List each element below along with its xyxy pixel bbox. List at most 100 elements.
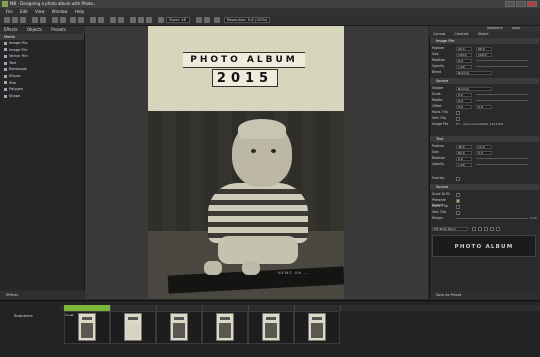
object-shape[interactable]: Shape [0, 93, 84, 100]
undo-icon[interactable] [90, 17, 96, 23]
clip-thumbnail-4[interactable] [216, 313, 234, 341]
shader-select[interactable]: Normal [456, 86, 492, 91]
text-color-swatch[interactable] [496, 226, 500, 231]
image-opacity-field[interactable]: 1.00 [456, 64, 472, 69]
clip-thumbnail-1[interactable] [78, 313, 96, 341]
tab-presets[interactable]: Presets [47, 26, 70, 34]
italic-toggle[interactable] [478, 226, 482, 231]
redo-icon[interactable] [98, 17, 104, 23]
scale-to-fit-checkbox[interactable] [456, 192, 460, 197]
album-title[interactable]: PHOTO ALBUM [183, 52, 305, 68]
zoom-select[interactable]: Zoom: 48 [166, 17, 190, 23]
text-rotation-field[interactable]: 0.0 [456, 156, 472, 161]
tab-controls[interactable]: Controls [451, 31, 473, 37]
menu-edit[interactable]: Edit [20, 8, 28, 15]
clip-thumbnail-3[interactable] [170, 313, 188, 341]
rotate-field[interactable]: 0.0 [456, 98, 472, 103]
clip-thumbnail-5[interactable] [262, 313, 280, 341]
text-size-w[interactable]: 82.0 [456, 150, 472, 155]
new-icon[interactable] [4, 17, 10, 23]
object-ellipse[interactable]: Ellipse [0, 73, 84, 80]
import-icon[interactable] [32, 17, 38, 23]
menu-help[interactable]: Help [75, 8, 84, 15]
crop-tool-icon[interactable] [78, 17, 84, 23]
image-position-x[interactable]: 92.0 [456, 46, 472, 51]
object-vector-file[interactable]: Vector File [0, 53, 84, 60]
object-image-file[interactable]: Image File [0, 40, 84, 47]
paste-icon[interactable] [138, 17, 144, 23]
text-horiz-flip-checkbox[interactable] [456, 204, 460, 209]
image-size-h[interactable]: 100.0 [476, 52, 492, 57]
menu-file[interactable]: File [6, 8, 13, 15]
tab-canvas[interactable]: Canvas [429, 31, 449, 37]
overlay-checkbox[interactable] [456, 176, 460, 181]
tab-objects[interactable]: Objects [23, 26, 46, 34]
save-icon[interactable] [20, 17, 26, 23]
vert-flip-checkbox[interactable] [456, 116, 460, 121]
bold-toggle[interactable] [472, 226, 476, 231]
resolution-select[interactable]: Resolution: Full (100%) [224, 17, 270, 23]
close-button[interactable] [527, 1, 537, 7]
object-text[interactable]: Text [0, 60, 84, 67]
text-opacity-slider[interactable] [476, 164, 528, 165]
image-opacity-slider[interactable] [476, 66, 528, 67]
text-rotation-slider[interactable] [476, 158, 528, 159]
image-position-y[interactable]: 66.0 [476, 46, 492, 51]
maximize-button[interactable] [516, 1, 526, 7]
export-icon[interactable] [40, 17, 46, 23]
album-year[interactable]: 2015 [212, 69, 278, 87]
offset-x[interactable]: 0.0 [456, 104, 472, 109]
image-blend-select[interactable]: Normal [456, 70, 492, 75]
preserve-aspect-checkbox[interactable] [456, 198, 460, 203]
minimize-button[interactable] [505, 1, 515, 7]
tab-object[interactable]: Object [474, 31, 493, 37]
image-file-section[interactable]: Image File [430, 38, 539, 44]
offset-y[interactable]: 0.0 [476, 104, 492, 109]
object-rectangle[interactable]: Rectangle [0, 66, 84, 73]
object-polygon[interactable]: Polygon [0, 86, 84, 93]
text-preview[interactable]: PHOTO ALBUM [432, 235, 536, 257]
text-section[interactable]: Text [430, 136, 539, 142]
open-icon[interactable] [12, 17, 18, 23]
clip-thumbnail-6[interactable] [308, 313, 326, 341]
effects-footer[interactable]: Effects [0, 291, 84, 299]
play-icon[interactable] [196, 17, 202, 23]
image-file-path[interactable]: D:\...\Documents\IMG_2123.JPG [456, 122, 503, 127]
menu-window[interactable]: Window [52, 8, 68, 15]
save-preset-button[interactable]: Save As Preset [430, 291, 539, 299]
shape-tool-icon[interactable] [118, 17, 124, 23]
scale-field[interactable]: 0.0 [456, 92, 472, 97]
menu-view[interactable]: View [35, 8, 45, 15]
tab-effects[interactable]: Effects [0, 26, 22, 34]
text-position-y[interactable]: 12.0 [476, 144, 492, 149]
preview-icon[interactable] [204, 17, 210, 23]
image-rotation-field[interactable]: 0.0 [456, 58, 472, 63]
text-opacity-field[interactable]: 1.00 [456, 162, 472, 167]
text-position-x[interactable]: 46.6 [456, 144, 472, 149]
font-select[interactable]: MS Shell Dlg 2 [432, 226, 468, 231]
horiz-flip-checkbox[interactable] [456, 110, 460, 115]
grid-icon[interactable] [214, 17, 220, 23]
text-size-h[interactable]: 0.0 [476, 150, 492, 155]
image-source-section[interactable]: Source [430, 78, 539, 84]
text-tool-icon[interactable] [110, 17, 116, 23]
object-star[interactable]: Star [0, 80, 84, 87]
select-tool-icon[interactable] [52, 17, 58, 23]
baby-photo[interactable]: NEWS ON ... [148, 111, 344, 299]
zoom-icon[interactable] [158, 17, 164, 23]
margin-slider[interactable] [456, 218, 528, 219]
image-rotation-slider[interactable] [476, 60, 528, 61]
scale-slider[interactable] [476, 94, 528, 95]
move-tool-icon[interactable] [60, 17, 66, 23]
image-size-w[interactable]: 100.0 [456, 52, 472, 57]
align-center-toggle[interactable] [490, 226, 494, 231]
align-left-toggle[interactable] [484, 226, 488, 231]
text-vert-flip-checkbox[interactable] [456, 210, 460, 215]
rotate-tool-icon[interactable] [70, 17, 76, 23]
rotate-slider[interactable] [476, 100, 528, 101]
clip-thumbnail-2[interactable] [124, 313, 142, 341]
text-source-section[interactable]: Source [430, 184, 539, 190]
copy-icon[interactable] [130, 17, 136, 23]
object-image-file-2[interactable]: Image File [0, 47, 84, 54]
delete-icon[interactable] [146, 17, 152, 23]
